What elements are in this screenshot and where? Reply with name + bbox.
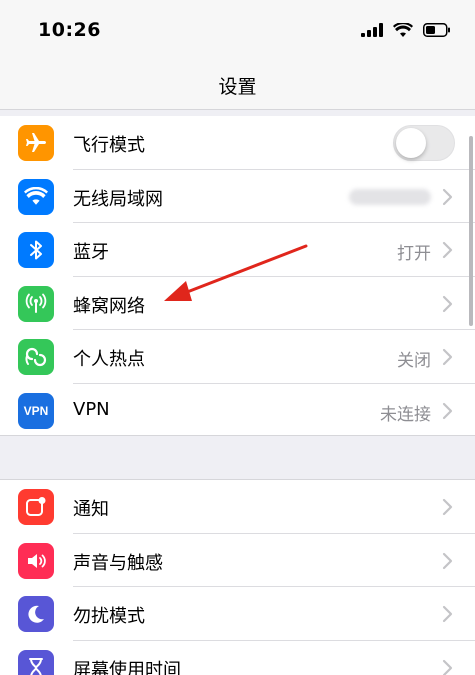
settings-row-label: 蜂窝网络 xyxy=(73,295,145,317)
chevron-right-icon xyxy=(442,402,453,419)
airplane-mode-toggle[interactable] xyxy=(393,125,455,161)
page-title: 设置 xyxy=(218,76,257,98)
settings-group-notifications: 通知 声音与触感 勿扰模式 屏幕使用时间 xyxy=(0,479,475,675)
chevron-right-icon xyxy=(442,552,453,569)
settings-row-detail: 关闭 xyxy=(397,351,431,371)
airplane-icon xyxy=(18,125,54,161)
chevron-right-icon xyxy=(442,659,453,675)
chevron-right-icon xyxy=(442,605,453,623)
settings-row-label: 勿扰模式 xyxy=(73,606,145,627)
moon-icon xyxy=(18,596,54,632)
notifications-icon xyxy=(18,489,54,525)
settings-row-airplane-mode[interactable]: 飞行模式 xyxy=(0,116,475,170)
bluetooth-icon xyxy=(18,232,54,268)
sound-icon xyxy=(18,542,54,579)
settings-row-wifi[interactable]: 无线局域网 xyxy=(0,170,475,223)
settings-row-detail: 打开 xyxy=(397,244,431,264)
cellular-icon xyxy=(18,285,54,322)
status-time: 10:26 xyxy=(38,19,101,41)
settings-row-do-not-disturb[interactable]: 勿扰模式 xyxy=(0,587,475,641)
hotspot-icon xyxy=(18,339,54,375)
settings-row-label: 飞行模式 xyxy=(73,135,145,156)
settings-row-label: 声音与触感 xyxy=(73,552,163,574)
vpn-icon-text: VPN xyxy=(23,403,49,418)
battery-icon xyxy=(423,23,450,37)
chevron-right-icon xyxy=(442,295,453,312)
wifi-icon xyxy=(393,22,413,37)
status-icons xyxy=(361,20,451,40)
settings-row-screen-time[interactable]: 屏幕使用时间 xyxy=(0,641,475,675)
settings-row-detail: 未连接 xyxy=(380,404,431,425)
settings-row-label: VPN xyxy=(73,398,110,420)
settings-row-label: 个人热点 xyxy=(73,349,145,370)
chevron-right-icon xyxy=(442,348,453,366)
chevron-right-icon xyxy=(442,188,453,205)
settings-group-connectivity: 飞行模式 无线局域网 蓝牙 打开 蜂窝网络 个人热点 关闭 VPN VPN 未连… xyxy=(0,116,475,436)
settings-row-label: 屏幕使用时间 xyxy=(73,659,181,675)
chevron-right-icon xyxy=(442,241,453,259)
settings-row-bluetooth[interactable]: 蓝牙 打开 xyxy=(0,223,475,277)
settings-row-label: 蓝牙 xyxy=(73,242,109,263)
status-bar: 10:26 xyxy=(0,0,475,60)
navigation-bar: 设置 xyxy=(0,60,475,110)
scroll-indicator[interactable] xyxy=(469,136,473,326)
settings-row-vpn[interactable]: VPN VPN 未连接 xyxy=(0,384,475,438)
settings-row-sounds[interactable]: 声音与触感 xyxy=(0,534,475,587)
toggle-knob xyxy=(396,128,426,158)
settings-row-personal-hotspot[interactable]: 个人热点 关闭 xyxy=(0,330,475,384)
settings-row-cellular[interactable]: 蜂窝网络 xyxy=(0,277,475,330)
settings-row-notifications[interactable]: 通知 xyxy=(0,480,475,534)
settings-row-label: 通知 xyxy=(73,499,109,520)
settings-row-label: 无线局域网 xyxy=(73,188,163,210)
wifi-network-name-redacted xyxy=(349,188,431,205)
wifi-icon xyxy=(18,178,54,215)
hourglass-icon xyxy=(18,649,54,675)
vpn-icon: VPN xyxy=(18,392,54,429)
chevron-right-icon xyxy=(442,498,453,516)
cellular-signal-icon xyxy=(361,23,383,37)
